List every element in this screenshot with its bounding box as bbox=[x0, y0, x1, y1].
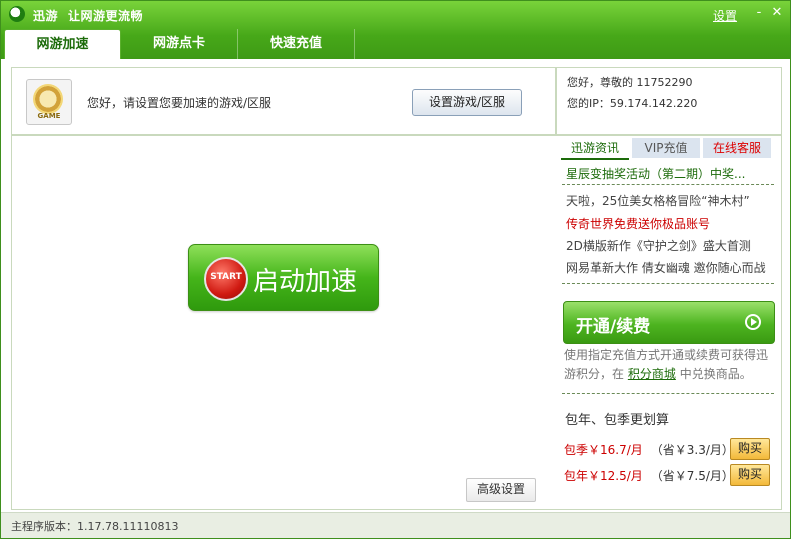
renew-label: 开通/续费 bbox=[576, 317, 651, 337]
start-accelerate-button[interactable]: START 启动加速 bbox=[188, 244, 379, 311]
settings-link[interactable]: 设置 bbox=[713, 7, 737, 24]
xunyou-logo-icon bbox=[9, 6, 25, 22]
play-arrow-icon bbox=[745, 314, 761, 330]
news-headline[interactable]: 星辰变抽奖活动（第二期）中奖... bbox=[566, 165, 745, 182]
start-badge-text: START bbox=[210, 272, 242, 282]
status-bar: 主程序版本：1.17.78.11110813 bbox=[1, 512, 790, 538]
tab-quick-recharge[interactable]: 快速充值 bbox=[238, 29, 355, 59]
package-quarter: 包季￥16.7/月 （省￥3.3/月） bbox=[564, 441, 734, 458]
renew-button[interactable]: 开通/续费 bbox=[563, 301, 775, 344]
app-slogan: 让网游更流畅 bbox=[68, 9, 144, 23]
divider bbox=[562, 283, 774, 284]
packages-title: 包年、包季更划算 bbox=[565, 413, 670, 428]
package-price: 包年￥12.5/月 bbox=[564, 469, 643, 483]
tab-xunyou-news[interactable]: 迅游资讯 bbox=[561, 138, 629, 160]
user-info-panel: 您好，尊敬的 11752290 您的IP：59.174.142.220 bbox=[556, 67, 782, 135]
news-item[interactable]: 传奇世界免费送你极品账号 bbox=[566, 215, 710, 232]
side-tabs: 迅游资讯 VIP充值 在线客服 bbox=[561, 138, 774, 160]
start-accelerate-label: 启动加速 bbox=[253, 267, 358, 297]
advanced-settings-button[interactable]: 高级设置 bbox=[466, 478, 536, 502]
package-price: 包季￥16.7/月 bbox=[564, 443, 643, 457]
tab-game-card[interactable]: 网游点卡 bbox=[121, 29, 238, 59]
game-logo-icon: GAME bbox=[26, 79, 72, 125]
package-saving: （省￥3.3/月） bbox=[650, 443, 734, 457]
buy-quarter-button[interactable]: 购买 bbox=[730, 438, 770, 460]
version-text: 主程序版本：1.17.78.11110813 bbox=[11, 520, 179, 533]
game-emblem-icon bbox=[33, 84, 63, 114]
main-tabs: 网游加速 网游点卡 快速充值 bbox=[4, 29, 355, 59]
game-select-panel: GAME 您好，请设置您要加速的游戏/区服 设置游戏/区服 bbox=[11, 67, 556, 135]
start-icon: START bbox=[204, 257, 248, 301]
package-year: 包年￥12.5/月 （省￥7.5/月） bbox=[564, 467, 734, 484]
set-game-server-button[interactable]: 设置游戏/区服 bbox=[412, 89, 522, 116]
game-prompt-text: 您好，请设置您要加速的游戏/区服 bbox=[87, 96, 272, 110]
points-mall-link[interactable]: 积分商城 bbox=[628, 367, 676, 381]
renew-desc-suffix: 中兑换商品。 bbox=[679, 367, 752, 381]
minimize-button[interactable]: - bbox=[751, 5, 767, 20]
app-name: 迅游 bbox=[33, 9, 59, 23]
user-ip: 您的IP：59.174.142.220 bbox=[567, 97, 698, 110]
news-item[interactable]: 网易革新大作 倩女幽魂 邀你随心而战 bbox=[566, 259, 766, 276]
package-saving: （省￥7.5/月） bbox=[650, 469, 734, 483]
side-panel: 迅游资讯 VIP充值 在线客服 星辰变抽奖活动（第二期）中奖... 天啦，25位… bbox=[556, 135, 782, 510]
close-button[interactable]: ✕ bbox=[769, 5, 785, 20]
news-item[interactable]: 天啦，25位美女格格冒险“神木村” bbox=[566, 192, 750, 209]
tab-online-support[interactable]: 在线客服 bbox=[703, 138, 771, 158]
tab-game-accelerate[interactable]: 网游加速 bbox=[4, 29, 121, 59]
divider bbox=[562, 184, 774, 185]
game-logo-text: GAME bbox=[37, 112, 61, 120]
news-item[interactable]: 2D横版新作《守护之剑》盛大首测 bbox=[566, 237, 751, 254]
tab-vip-recharge[interactable]: VIP充值 bbox=[632, 138, 700, 158]
renew-description: 使用指定充值方式开通或续费可获得迅游积分，在 积分商城 中兑换商品。 bbox=[564, 346, 778, 384]
accelerate-panel: START 启动加速 高级设置 bbox=[11, 135, 557, 510]
app-window: 迅游 让网游更流畅 设置 - ✕ 网游加速 网游点卡 快速充值 GAME 您好，请… bbox=[0, 0, 791, 539]
divider bbox=[562, 393, 774, 394]
buy-year-button[interactable]: 购买 bbox=[730, 464, 770, 486]
window-title: 迅游 让网游更流畅 bbox=[33, 7, 153, 24]
user-greeting: 您好，尊敬的 11752290 bbox=[567, 76, 693, 89]
title-bar: 迅游 让网游更流畅 设置 - ✕ 网游加速 网游点卡 快速充值 bbox=[1, 1, 790, 59]
